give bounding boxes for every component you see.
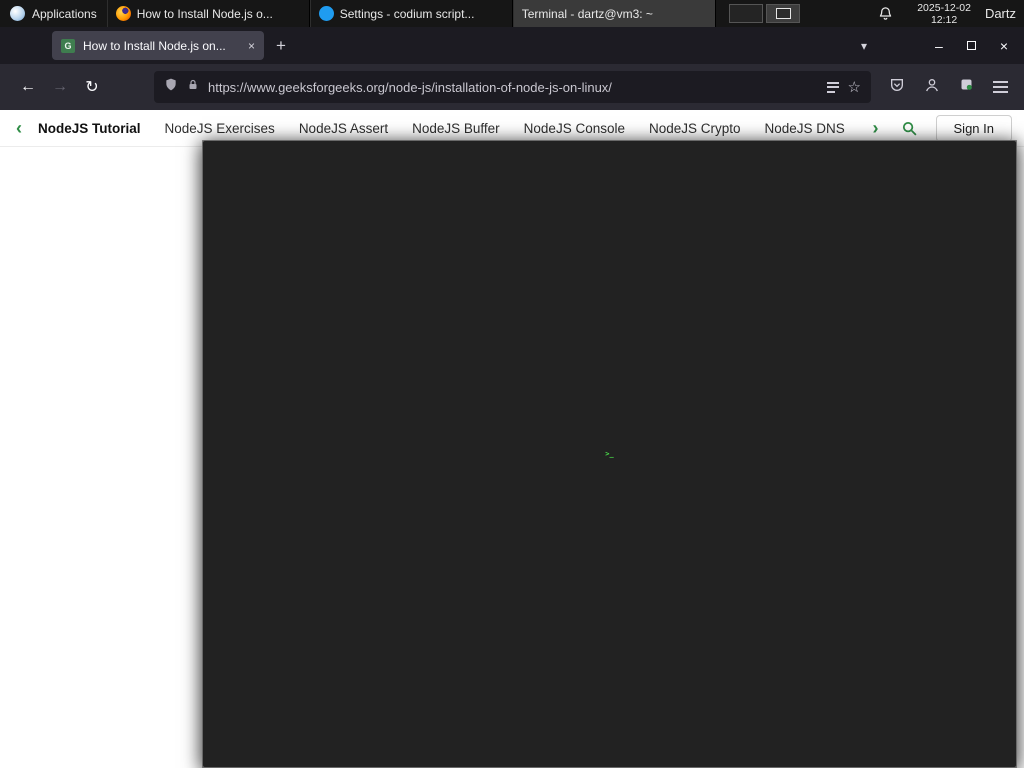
browser-tab-bar: G How to Install Node.js on... × + ▾ – × [0,27,1024,64]
reload-button[interactable]: ↻ [76,72,108,102]
applications-button[interactable]: Applications [0,0,107,27]
taskbar-button-terminal[interactable]: >_ Terminal - dartz@vm3: ~ [202,0,1017,768]
tracking-protection-icon[interactable] [164,77,178,97]
search-icon[interactable] [901,120,918,137]
workspace-1[interactable] [729,4,764,23]
pager-window-preview [776,8,792,19]
lock-icon[interactable] [187,78,199,97]
site-nav-item[interactable]: NodeJS Buffer [412,121,500,136]
taskbar-button-title: How to Install Node.js o... [136,6,273,21]
maximize-icon [966,41,976,50]
bookmark-star-icon[interactable]: ☆ [848,78,861,96]
distro-logo-icon [10,6,25,21]
browser-tab[interactable]: G How to Install Node.js on... × [52,31,264,60]
pocket-icon[interactable] [889,77,905,98]
applications-label: Applications [32,6,97,21]
site-nav-item[interactable]: NodeJS DNS [765,121,845,136]
tab-close-icon[interactable]: × [248,39,255,53]
window-close-button[interactable]: × [1000,38,1008,54]
clock-time: 12:12 [930,13,958,26]
tab-favicon-icon: G [61,38,75,53]
extension-icon[interactable] [959,77,974,97]
reader-mode-icon[interactable] [826,81,839,93]
browser-toolbar: ← → ↻ https://www.geeksforgeeks.org/node… [0,64,1024,110]
clock[interactable]: 2025-12-02 12:12 [907,0,981,27]
list-all-tabs-button[interactable]: ▾ [861,39,867,53]
site-nav-next-icon[interactable]: › [869,118,883,139]
site-nav-item[interactable]: NodeJS Console [524,121,625,136]
new-tab-button[interactable]: + [276,36,286,56]
account-icon[interactable] [924,77,940,98]
menu-icon[interactable] [993,81,1008,93]
site-nav-items: NodeJS Tutorial NodeJS Exercises NodeJS As… [26,121,867,136]
url-bar[interactable]: https://www.geeksforgeeks.org/node-js/in… [154,71,871,103]
site-nav-prev-icon[interactable]: ‹ [12,118,26,139]
clock-date: 2025-12-02 [917,1,971,14]
taskbar: How to Install Node.js o... Settings - co… [106,0,1017,768]
sign-in-button[interactable]: Sign In [935,114,1012,142]
site-nav-item[interactable]: NodeJS Crypto [649,121,741,136]
window-maximize-button[interactable] [966,41,976,50]
taskbar-button-codium[interactable]: Settings - codium script... [309,0,513,27]
codium-icon [318,6,334,21]
taskbar-button-title: Terminal - dartz@vm3: ~ [521,6,653,21]
taskbar-button-firefox[interactable]: How to Install Node.js o... [106,0,310,27]
tab-title: How to Install Node.js on... [83,38,226,53]
top-panel: Applications How to Install Node.js o...… [0,0,1024,768]
notifications-icon[interactable] [878,0,893,27]
site-nav-item[interactable]: NodeJS Exercises [165,121,275,136]
window-minimize-button[interactable]: – [935,38,943,54]
workspace-2[interactable] [766,4,801,23]
forward-button[interactable]: → [44,72,76,102]
url-text: https://www.geeksforgeeks.org/node-js/in… [208,79,612,95]
site-nav-item[interactable]: NodeJS Tutorial [38,121,141,136]
back-button[interactable]: ← [12,72,44,102]
site-nav-item[interactable]: NodeJS Assert [299,121,388,136]
panel-spacer [716,0,724,27]
workspace-pager[interactable] [729,0,801,27]
firefox-icon [115,6,131,21]
username[interactable]: Dartz [981,0,1024,27]
taskbar-button-title: Settings - codium script... [339,6,475,21]
